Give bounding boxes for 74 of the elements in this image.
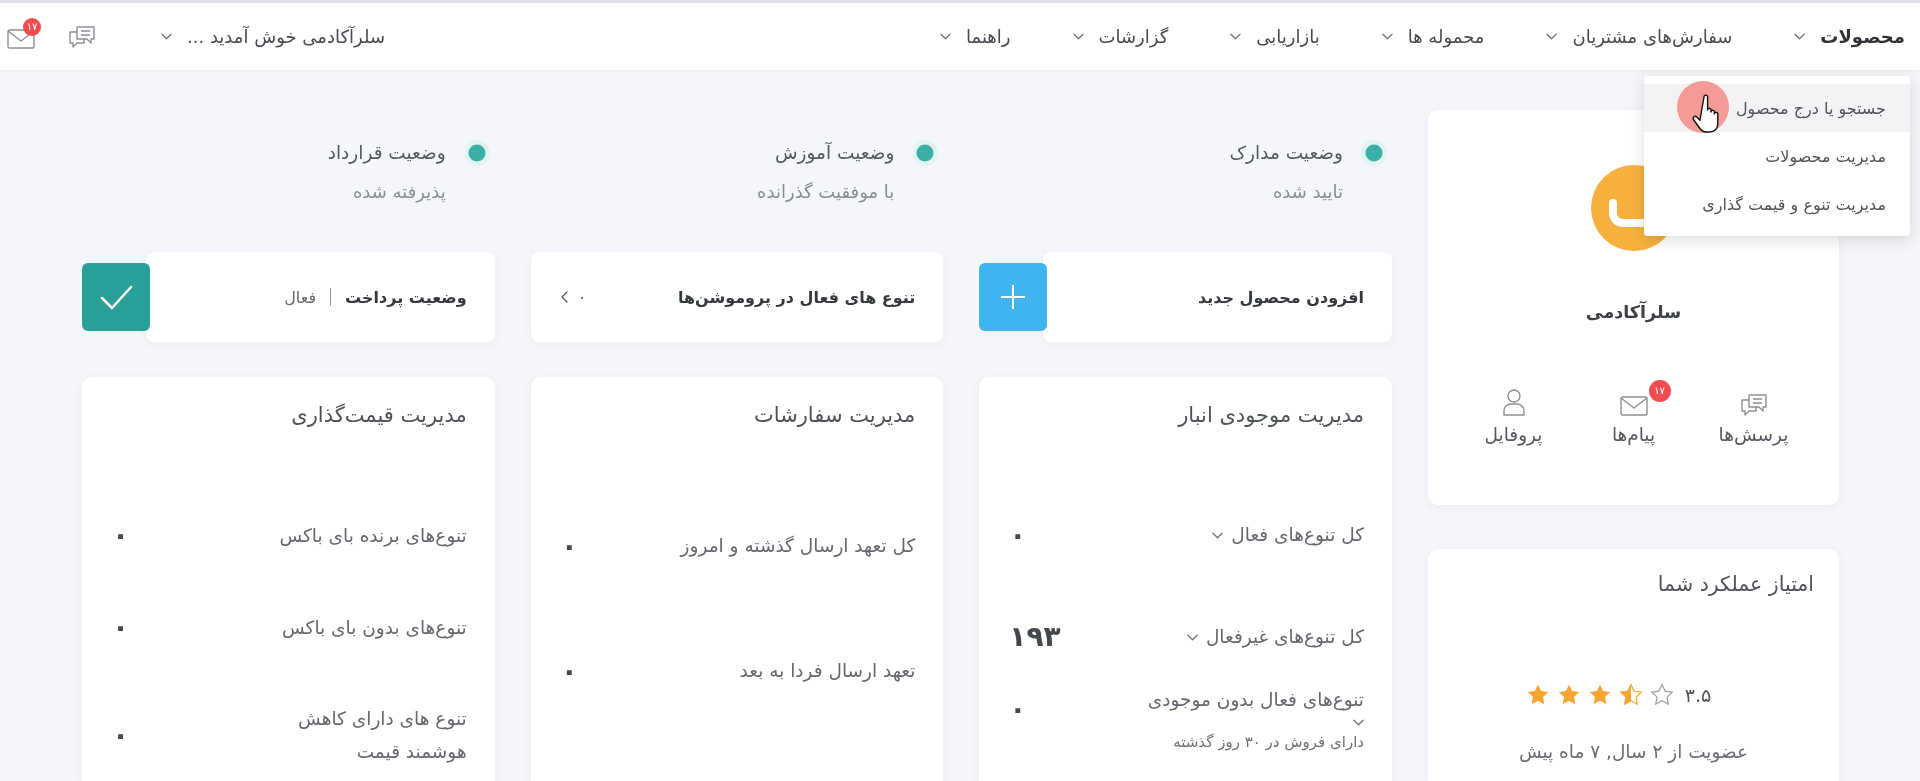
star-icon	[1587, 683, 1612, 707]
profile-button[interactable]: پروفایل	[1484, 389, 1543, 446]
status-dot-icon	[1361, 140, 1387, 166]
stat-label: کل تنوع‌های غیرفعال	[1205, 625, 1364, 650]
stat-label: تنوع‌های برنده بای باکس	[279, 523, 467, 549]
stat-value: ۰	[112, 610, 130, 644]
stat-label: تنوع‌های بدون بای باکس	[282, 615, 467, 641]
star-icon	[1556, 683, 1581, 707]
chat-icon	[1740, 394, 1767, 416]
plus-icon	[1001, 285, 1026, 309]
chevron-down-icon	[1072, 33, 1084, 40]
user-icon	[1502, 389, 1525, 416]
status-value: تایید شده	[1272, 180, 1343, 204]
card-title: مدیریت موجودی انبار	[1178, 402, 1364, 428]
status-value: فعال	[284, 287, 317, 307]
nav-menu-button[interactable]: سفارش‌های مشتریان	[1546, 26, 1733, 47]
stat-label: تنوع های دارای کاهش هوشمند قیمت	[297, 707, 467, 765]
count-value: ۰	[577, 287, 587, 307]
score-title: امتیاز عملکرد شما	[1657, 571, 1814, 597]
stat-label: تعهد ارسال فردا به بعد	[739, 659, 916, 684]
chevron-down-icon	[1230, 33, 1242, 40]
action-label: تنوع های فعال در پروموشن‌ها	[677, 287, 916, 307]
menu-item[interactable]: مدیریت محصولات	[1644, 132, 1910, 180]
nav-menu-button[interactable]: محصولات	[1794, 26, 1905, 47]
chevron-down-icon	[940, 33, 951, 40]
action-label: افزودن محصول جدید	[1198, 287, 1364, 307]
rating-value: ۳.۵	[1684, 684, 1712, 706]
chat-icon[interactable]	[69, 25, 95, 48]
stat-value: ۰	[560, 529, 578, 563]
chevron-down-icon	[1381, 33, 1393, 40]
stat-value: ۱۹۳	[1009, 620, 1061, 654]
status-dot-icon	[912, 140, 939, 166]
empty-star-icon	[1649, 683, 1674, 707]
stat-value: ۰	[1009, 518, 1027, 552]
half-star-icon	[1618, 683, 1643, 707]
stat-value: ۰	[560, 654, 578, 688]
mail-icon[interactable]	[7, 28, 35, 49]
chevron-down-icon[interactable]	[1353, 719, 1364, 726]
chevron-down-icon[interactable]	[1186, 633, 1198, 641]
status-label: وضعیت قرارداد	[327, 141, 446, 165]
action-label: وضعیت پرداخت	[345, 287, 467, 307]
stat-label: تنوع‌های فعال بدون موجودی	[1147, 688, 1364, 712]
profile-name: سلرآکادمی	[1585, 301, 1682, 323]
membership-text: عضویت از ۲ سال, ۷ ماه پیش	[1518, 741, 1749, 763]
card-title: مدیریت قیمت‌گذاری	[291, 402, 467, 428]
stat-label: کل تنوع‌های فعال	[1231, 523, 1364, 548]
menu-item[interactable]: مدیریت تنوع و قیمت گذاری	[1644, 180, 1910, 228]
user-menu-button[interactable]: سلرآکادمی خوش آمدید ...	[161, 26, 385, 47]
card-title: مدیریت سفارشات	[753, 402, 916, 428]
nav-menu-button[interactable]: گزارشات	[1072, 26, 1169, 47]
chevron-down-icon	[161, 33, 172, 40]
nav-menu-button[interactable]: راهنما	[940, 26, 1011, 47]
status-value: پذیرفته شده	[352, 180, 446, 204]
notification-badge: ۱۷	[1648, 380, 1671, 402]
status-value: با موفقیت گذرانده	[757, 180, 895, 204]
star-icon	[1525, 683, 1550, 707]
stat-value: ۰	[1009, 692, 1027, 726]
notification-badge: ۱۷	[23, 17, 41, 36]
status-dot-icon	[463, 140, 490, 166]
mail-icon	[1619, 396, 1648, 416]
add-product-button[interactable]	[979, 263, 1048, 331]
chevron-down-icon	[1794, 33, 1806, 40]
stat-note: دارای فروش در ۳۰ روز گذشته	[1173, 733, 1364, 751]
questions-button[interactable]: پرسش‌ها	[1718, 389, 1789, 446]
chevron-left-icon[interactable]	[560, 291, 568, 303]
stat-value: ۰	[112, 718, 130, 752]
chevron-down-icon[interactable]	[1212, 531, 1224, 539]
nav-menu-button[interactable]: بازاریابی	[1230, 26, 1320, 47]
stat-value: ۰	[112, 518, 130, 552]
stat-label: کل تعهد ارسال گذشته و امروز	[680, 534, 916, 559]
status-label: وضعیت مدارک	[1229, 141, 1343, 165]
chevron-down-icon	[1546, 33, 1558, 40]
nav-menu-button[interactable]: محموله ها	[1381, 26, 1485, 47]
status-label: وضعیت آموزش	[775, 141, 895, 165]
